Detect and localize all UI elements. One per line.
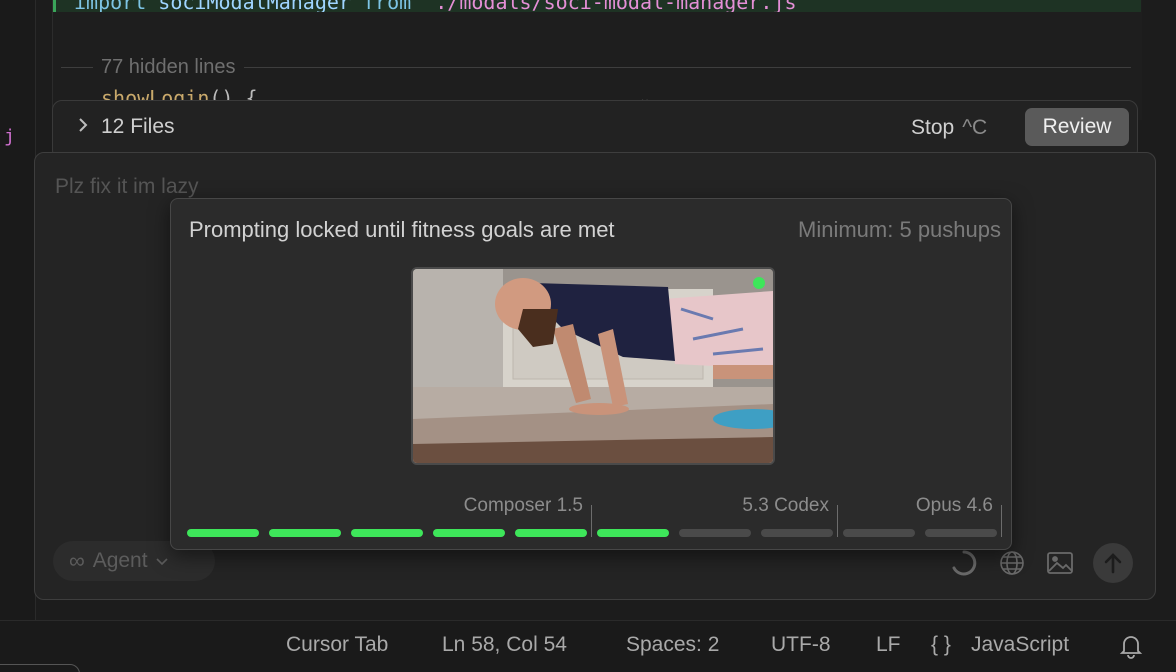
cursor-tab-status[interactable]: Cursor Tab	[286, 633, 388, 657]
chevron-down-icon	[156, 554, 168, 569]
encoding-status[interactable]: UTF-8	[771, 633, 831, 657]
image-icon[interactable]	[1045, 548, 1075, 578]
recording-indicator	[753, 277, 765, 289]
editor-gutter: j	[0, 0, 36, 620]
progress-segment	[269, 529, 341, 537]
agent-label: Agent	[92, 549, 148, 572]
files-toggle[interactable]: 12 Files	[77, 115, 175, 139]
import-keyword: import	[74, 0, 147, 12]
model-tier-tick	[837, 505, 838, 537]
review-button[interactable]: Review	[1025, 108, 1129, 146]
from-keyword: from	[363, 0, 412, 12]
arrow-up-icon	[1104, 553, 1122, 574]
language-mode[interactable]: JavaScript	[971, 633, 1069, 657]
files-bar: 12 Files Stop ^C Review	[52, 100, 1138, 160]
import-name: sociModalManager	[158, 0, 351, 12]
hidden-lines-fold[interactable]: 77 hidden lines	[61, 56, 1131, 78]
progress-segment	[843, 529, 915, 537]
gutter-marker: j	[4, 126, 15, 147]
cursor-position[interactable]: Ln 58, Col 54	[442, 633, 567, 657]
progress-segment	[925, 529, 997, 537]
model-tier-label: 5.3 Codex	[742, 495, 829, 516]
progress-segment	[433, 529, 505, 537]
progress-segment	[761, 529, 833, 537]
prompt-input[interactable]: Plz fix it im lazy	[55, 175, 199, 199]
progress-segment	[187, 529, 259, 537]
modal-title: Prompting locked until fitness goals are…	[189, 217, 615, 242]
hidden-lines-label: 77 hidden lines	[101, 55, 236, 78]
progress-segment	[351, 529, 423, 537]
send-button[interactable]	[1093, 543, 1133, 583]
model-tier-label: Opus 4.6	[915, 495, 993, 516]
progress-segment	[679, 529, 751, 537]
bell-icon[interactable]	[1118, 633, 1144, 664]
stop-label: Stop	[911, 116, 955, 139]
infinity-icon: ∞	[69, 548, 85, 573]
modal-minimum: Minimum: 5 pushups	[798, 217, 1001, 242]
model-tier-label: Composer 1.5	[463, 495, 583, 516]
model-tier-tick	[1001, 505, 1002, 537]
fitness-lock-modal: Prompting locked until fitness goals are…	[170, 198, 1012, 550]
braces-icon: { }	[931, 633, 951, 656]
status-bar: Cursor Tab Ln 58, Col 54 Spaces: 2 UTF-8…	[0, 620, 1176, 672]
import-line: import sociModalManager from './modals/s…	[53, 0, 1141, 12]
indentation-status[interactable]: Spaces: 2	[626, 633, 719, 657]
files-label: 12 Files	[101, 115, 175, 138]
model-tier-tick	[591, 505, 592, 537]
panel-tab[interactable]	[0, 664, 80, 672]
stop-shortcut: ^C	[962, 116, 988, 139]
webcam-feed	[411, 267, 775, 465]
eol-status[interactable]: LF	[876, 633, 901, 657]
import-path: './modals/soci-modal-manager.js	[423, 0, 797, 12]
chevron-right-icon	[77, 117, 89, 138]
globe-icon[interactable]	[997, 548, 1027, 578]
spinner-icon	[949, 548, 979, 578]
progress-segment	[515, 529, 587, 537]
progress-segment	[597, 529, 669, 537]
stop-button[interactable]: Stop ^C	[911, 113, 987, 143]
